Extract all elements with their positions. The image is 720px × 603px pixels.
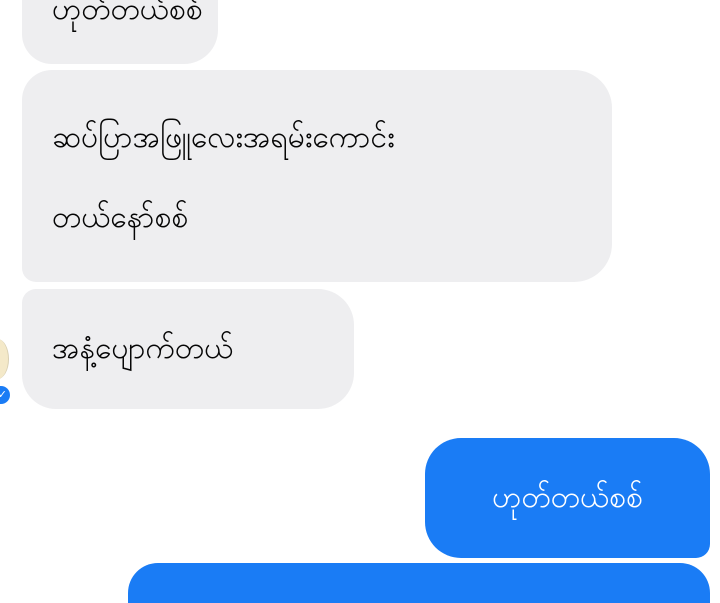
message-bubble-incoming[interactable]: အနံ့ပျောက်တယ် [22,289,354,409]
message-text: ဟုတ်တယ်စစ် [52,0,203,27]
message-bubble-incoming[interactable]: ဟုတ်တယ်စစ် [22,0,218,64]
message-text-line-1: ဆပ်ပြာအဖြူလေးအရမ်းကောင်း [52,120,395,155]
message-text-line-2: တယ်နော်စစ် [52,200,189,235]
message-text: အနံ့ပျောက်တယ် [52,331,234,366]
chat-thread: ဟုတ်တယ်စစ် ဆပ်ပြာအဖြူလေးအရမ်းကောင်း တယ်န… [0,0,720,603]
avatar-icon[interactable] [0,339,9,379]
message-bubble-incoming[interactable]: ဆပ်ပြာအဖြူလေးအရမ်းကောင်း တယ်နော်စစ် [22,70,612,282]
message-text: ဟုတ်တယ်စစ် [492,480,643,515]
seen-check-icon: ✓ [0,386,10,404]
message-bubble-outgoing-partial[interactable] [128,563,710,603]
message-bubble-outgoing[interactable]: ဟုတ်တယ်စစ် [425,438,710,558]
